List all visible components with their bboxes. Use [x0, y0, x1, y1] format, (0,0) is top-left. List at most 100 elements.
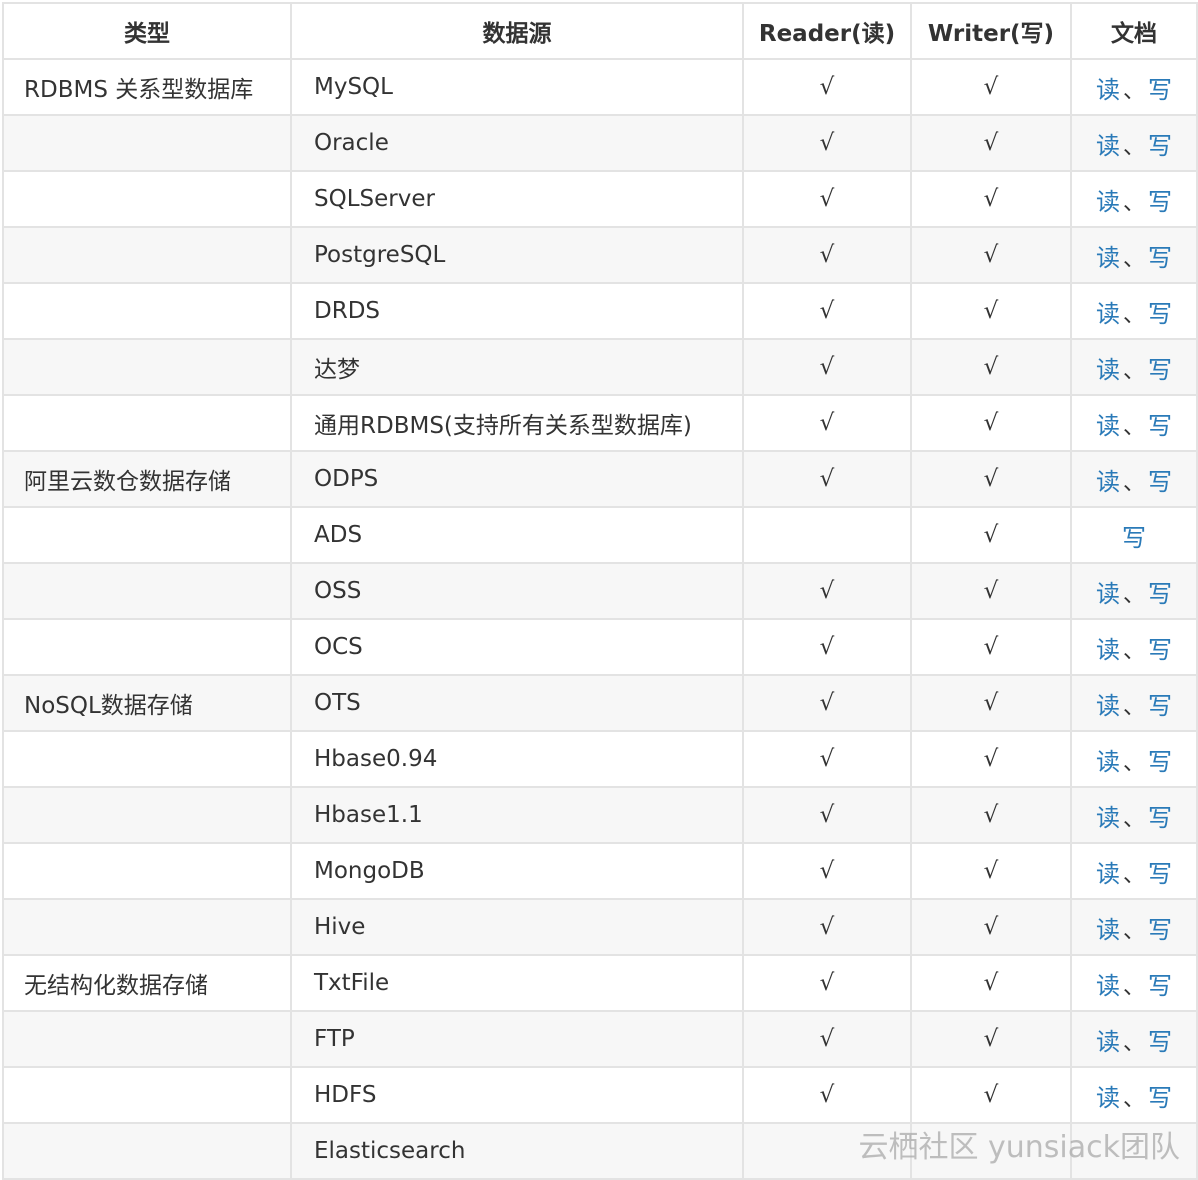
read-doc-link[interactable]: 读	[1096, 636, 1120, 664]
write-doc-link[interactable]: 写	[1148, 748, 1172, 776]
table-row: Hbase0.94 √ √ 读、写	[2, 730, 1198, 788]
header-type: 类型	[2, 2, 292, 60]
writer-check: √	[910, 506, 1072, 564]
table-row: Oracle √ √ 读、写	[2, 114, 1198, 172]
read-doc-link[interactable]: 读	[1096, 748, 1120, 776]
read-doc-link[interactable]: 读	[1096, 468, 1120, 496]
read-doc-link[interactable]: 读	[1096, 76, 1120, 104]
type-cell: NoSQL数据存储	[2, 674, 292, 732]
read-doc-link[interactable]: 读	[1096, 300, 1120, 328]
reader-check	[742, 1122, 912, 1180]
reader-check: √	[742, 618, 912, 676]
doc-separator: 、	[1122, 638, 1145, 664]
reader-check: √	[742, 394, 912, 452]
read-doc-link[interactable]: 读	[1096, 356, 1120, 384]
read-doc-link[interactable]: 读	[1096, 804, 1120, 832]
reader-check: √	[742, 282, 912, 340]
write-doc-link[interactable]: 写	[1148, 1028, 1172, 1056]
reader-check: √	[742, 898, 912, 956]
header-writer: Writer(写)	[910, 2, 1072, 60]
datasource-cell: OSS	[290, 562, 744, 620]
reader-check: √	[742, 450, 912, 508]
read-doc-link[interactable]: 读	[1096, 692, 1120, 720]
docs-cell: 读、写	[1070, 58, 1198, 116]
read-doc-link[interactable]: 读	[1096, 412, 1120, 440]
type-cell	[2, 562, 292, 620]
write-doc-link[interactable]: 写	[1148, 692, 1172, 720]
doc-separator: 、	[1122, 918, 1145, 944]
docs-cell: 读、写	[1070, 1066, 1198, 1124]
write-doc-link[interactable]: 写	[1148, 132, 1172, 160]
docs-cell: 读、写	[1070, 730, 1198, 788]
reader-check: √	[742, 114, 912, 172]
write-doc-link[interactable]: 写	[1122, 524, 1146, 552]
type-cell	[2, 226, 292, 284]
write-doc-link[interactable]: 写	[1148, 188, 1172, 216]
table-body: RDBMS 关系型数据库 MySQL √ √ 读、写 Oracle √ √ 读、写 SQLServ…	[2, 58, 1198, 1180]
doc-separator: 、	[1122, 78, 1145, 104]
writer-check	[910, 1122, 1072, 1180]
write-doc-link[interactable]: 写	[1148, 76, 1172, 104]
write-doc-link[interactable]: 写	[1148, 580, 1172, 608]
type-cell	[2, 842, 292, 900]
writer-check: √	[910, 114, 1072, 172]
write-doc-link[interactable]: 写	[1148, 860, 1172, 888]
doc-separator: 、	[1122, 1086, 1145, 1112]
type-cell	[2, 618, 292, 676]
writer-check: √	[910, 786, 1072, 844]
write-doc-link[interactable]: 写	[1148, 804, 1172, 832]
write-doc-link[interactable]: 写	[1148, 1084, 1172, 1112]
read-doc-link[interactable]: 读	[1096, 580, 1120, 608]
header-source: 数据源	[290, 2, 744, 60]
docs-cell: 读、写	[1070, 674, 1198, 732]
read-doc-link[interactable]: 读	[1096, 1028, 1120, 1056]
table-row: RDBMS 关系型数据库 MySQL √ √ 读、写	[2, 58, 1198, 116]
write-doc-link[interactable]: 写	[1148, 972, 1172, 1000]
docs-cell	[1070, 1122, 1198, 1180]
write-doc-link[interactable]: 写	[1148, 468, 1172, 496]
write-doc-link[interactable]: 写	[1148, 636, 1172, 664]
docs-cell: 读、写	[1070, 394, 1198, 452]
write-doc-link[interactable]: 写	[1148, 412, 1172, 440]
read-doc-link[interactable]: 读	[1096, 188, 1120, 216]
docs-cell: 读、写	[1070, 282, 1198, 340]
doc-separator: 、	[1122, 694, 1145, 720]
reader-check: √	[742, 562, 912, 620]
write-doc-link[interactable]: 写	[1148, 356, 1172, 384]
table-row: MongoDB √ √ 读、写	[2, 842, 1198, 900]
read-doc-link[interactable]: 读	[1096, 244, 1120, 272]
type-cell	[2, 114, 292, 172]
datasource-cell: Hive	[290, 898, 744, 956]
table-row: 通用RDBMS(支持所有关系型数据库) √ √ 读、写	[2, 394, 1198, 452]
doc-separator: 、	[1122, 806, 1145, 832]
datasource-cell: Hbase0.94	[290, 730, 744, 788]
datasource-cell: ODPS	[290, 450, 744, 508]
type-cell	[2, 506, 292, 564]
write-doc-link[interactable]: 写	[1148, 300, 1172, 328]
table-row: Hbase1.1 √ √ 读、写	[2, 786, 1198, 844]
doc-separator: 、	[1122, 470, 1145, 496]
datasource-table: 类型 数据源 Reader(读) Writer(写) 文档 RDBMS 关系型数…	[2, 2, 1198, 1180]
table-row: 无结构化数据存储 TxtFile √ √ 读、写	[2, 954, 1198, 1012]
datasource-cell: MongoDB	[290, 842, 744, 900]
read-doc-link[interactable]: 读	[1096, 860, 1120, 888]
doc-separator: 、	[1122, 1030, 1145, 1056]
docs-cell: 读、写	[1070, 898, 1198, 956]
write-doc-link[interactable]: 写	[1148, 916, 1172, 944]
write-doc-link[interactable]: 写	[1148, 244, 1172, 272]
read-doc-link[interactable]: 读	[1096, 1084, 1120, 1112]
doc-separator: 、	[1122, 358, 1145, 384]
docs-cell: 读、写	[1070, 954, 1198, 1012]
read-doc-link[interactable]: 读	[1096, 132, 1120, 160]
table-row: PostgreSQL √ √ 读、写	[2, 226, 1198, 284]
table-row: DRDS √ √ 读、写	[2, 282, 1198, 340]
type-cell	[2, 170, 292, 228]
reader-check: √	[742, 338, 912, 396]
writer-check: √	[910, 562, 1072, 620]
datasource-cell: 达梦	[290, 338, 744, 396]
read-doc-link[interactable]: 读	[1096, 916, 1120, 944]
writer-check: √	[910, 58, 1072, 116]
reader-check: √	[742, 170, 912, 228]
doc-separator: 、	[1122, 414, 1145, 440]
read-doc-link[interactable]: 读	[1096, 972, 1120, 1000]
